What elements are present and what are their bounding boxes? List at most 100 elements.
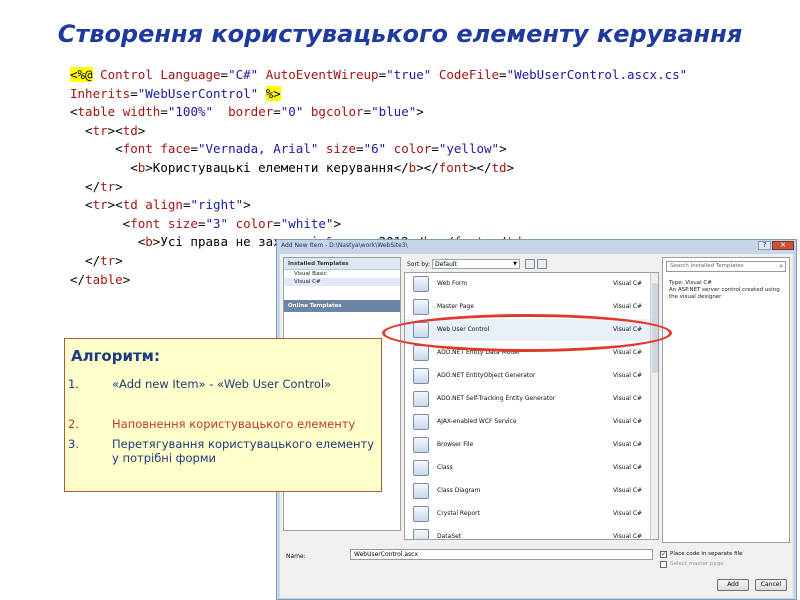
code-line: <table width="100%" border="0" bgcolor="…: [70, 103, 687, 122]
code-token: <: [70, 104, 78, 120]
name-input[interactable]: WebUserControl.ascx: [350, 549, 653, 560]
code-token: =: [130, 85, 138, 101]
code-token: =: [356, 141, 364, 157]
code-line: <tr><td>: [70, 122, 687, 141]
code-token: size: [325, 141, 357, 157]
sort-toolbar: Sort by: Default ▼: [404, 257, 659, 271]
select-master-checkbox[interactable]: [660, 561, 667, 568]
template-item[interactable]: Class Visual C#: [405, 457, 650, 479]
search-input[interactable]: Search Installed Templates ⌕: [666, 261, 786, 272]
step-text: Наповнення користувацького елементу: [112, 417, 356, 431]
slide-title: Створення користувацького елементу керув…: [57, 20, 743, 48]
code-token: =: [273, 215, 281, 231]
tree-item-visual-csharp[interactable]: Visual C#: [284, 278, 400, 286]
code-line: <tr><td align="right">: [70, 196, 687, 215]
dialog-title: Add New Item - D:\Nastya\work\WebSite3\: [281, 242, 408, 249]
algorithm-title: Алгоритм:: [71, 347, 160, 365]
code-token: face: [160, 141, 191, 157]
template-language: Visual C#: [613, 303, 643, 310]
template-icon: [413, 345, 429, 361]
list-view-icon[interactable]: [525, 259, 535, 269]
step-text: «Add new Item» - «Web User Control»: [112, 377, 332, 391]
place-code-label: Place code in separate file: [670, 551, 743, 557]
template-language: Visual C#: [613, 487, 643, 494]
sort-select[interactable]: Default ▼: [432, 259, 520, 269]
code-token: "6": [363, 141, 387, 157]
template-item[interactable]: Crystal Report Visual C#: [405, 503, 650, 525]
code-token: "yellow": [438, 141, 500, 157]
place-code-checkbox[interactable]: ✓: [660, 551, 667, 558]
installed-templates-header[interactable]: Installed Templates: [284, 258, 400, 270]
code-token: width: [122, 104, 161, 120]
scrollbar[interactable]: [650, 273, 658, 539]
highlight-oval: [382, 314, 672, 352]
template-icon: [413, 437, 429, 453]
grid-view-icon[interactable]: [537, 259, 547, 269]
code-token: "white": [280, 215, 334, 231]
template-language: Visual C#: [613, 464, 643, 471]
code-token: "0": [280, 104, 304, 120]
template-item[interactable]: ADO.NET EntityObject Generator Visual C#: [405, 365, 650, 387]
code-token: align: [145, 197, 183, 213]
code-token: <: [70, 197, 93, 213]
code-token: %>: [265, 85, 281, 101]
code-token: >: [137, 122, 146, 138]
algorithm-box: Алгоритм: 1. «Add new Item» - «Web User C…: [64, 338, 382, 492]
cancel-button[interactable]: Cancel: [755, 579, 787, 591]
code-token: "true": [386, 67, 432, 82]
code-token: tr: [92, 122, 108, 138]
template-item[interactable]: AJAX-enabled WCF Service Visual C#: [405, 411, 650, 433]
online-templates-header[interactable]: Online Templates: [284, 300, 400, 312]
template-name: Master Page: [437, 303, 474, 310]
code-token: "Vernada, Arial": [197, 141, 319, 157]
template-language: Visual C#: [613, 510, 643, 517]
code-token: bgcolor: [310, 104, 364, 120]
close-icon[interactable]: ✕: [772, 241, 794, 250]
search-placeholder: Search Installed Templates: [670, 263, 744, 269]
template-name: AJAX-enabled WCF Service: [437, 418, 517, 425]
template-language: Visual C#: [613, 441, 643, 448]
template-item[interactable]: Class Diagram Visual C#: [405, 480, 650, 502]
tree-item-visual-basic[interactable]: Visual Basic: [284, 270, 400, 278]
code-token: <%@: [70, 67, 93, 82]
code-token: tr: [100, 252, 116, 268]
code-token: =: [197, 215, 206, 231]
template-item[interactable]: Web Form Visual C#: [405, 273, 650, 295]
template-language: Visual C#: [613, 349, 643, 356]
code-token: <: [70, 159, 138, 175]
code-token: color: [393, 141, 432, 157]
code-token: table: [85, 271, 123, 287]
code-line: <%@ Control Language="C#" AutoEventWireu…: [70, 66, 687, 85]
code-token: <: [70, 215, 131, 231]
code-token: <: [70, 122, 93, 138]
code-token: =: [190, 141, 198, 157]
code-token: font: [438, 159, 469, 175]
code-token: >: [506, 159, 515, 175]
code-token: =: [499, 67, 507, 82]
code-token: =: [220, 67, 229, 82]
template-item[interactable]: Browser File Visual C#: [405, 434, 650, 456]
template-icon: [413, 529, 429, 539]
code-token: >: [499, 141, 507, 157]
template-icon: [413, 276, 429, 292]
add-button[interactable]: Add: [717, 579, 749, 591]
help-icon[interactable]: ?: [758, 241, 771, 250]
code-token: ><: [107, 122, 123, 138]
template-name: Class Diagram: [437, 487, 481, 494]
code-line: </tr>: [70, 178, 687, 197]
template-language: Visual C#: [613, 395, 643, 402]
template-item[interactable]: DataSet Visual C#: [405, 526, 650, 539]
name-label: Name:: [286, 553, 306, 560]
step-text: Перетягування користувацького елементу у…: [112, 437, 375, 465]
template-item[interactable]: ADO.NET Self-Tracking Entity Generator Vi…: [405, 388, 650, 410]
code-token: ><: [107, 197, 123, 213]
description-text: An ASP.NET server control created using …: [669, 287, 780, 300]
select-master-label: Select master page: [670, 561, 724, 567]
code-token: "blue": [371, 104, 417, 120]
template-name: Class: [437, 464, 453, 471]
